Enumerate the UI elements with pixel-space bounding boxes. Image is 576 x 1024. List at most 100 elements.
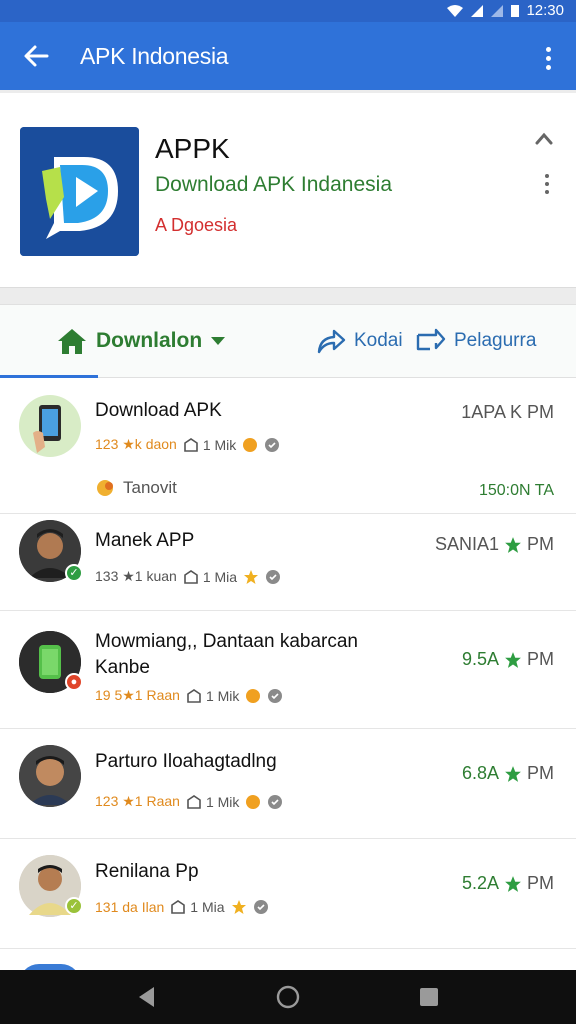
item-time-suffix: PM	[527, 534, 554, 554]
tab-pelagurra-label: Pelagurra	[454, 330, 537, 351]
app-info-card: APPK Download APK Indanesia A Dgoesia	[0, 93, 576, 288]
item-time-value: 9.5A	[461, 649, 499, 669]
app-subtitle: Download APK Indanesia	[155, 173, 392, 196]
signal-icon-2	[490, 4, 504, 18]
item-downloads: 131 da Ilan	[95, 899, 165, 915]
list-item[interactable]: ✓ Manek APP 133 ★1 kuan 1 Mia SANIA1 PM	[0, 514, 576, 611]
item-size-value: 1 Mik	[205, 687, 240, 704]
back-button[interactable]	[20, 40, 52, 72]
avatar	[19, 395, 81, 457]
battery-icon	[510, 4, 520, 18]
package-icon	[184, 569, 198, 584]
transfer-icon	[416, 328, 446, 351]
item-size: 1 Mia	[170, 899, 225, 915]
overflow-menu-button[interactable]	[538, 42, 558, 70]
tab-downloads[interactable]: Downlalon	[56, 305, 226, 377]
check-badge-icon: ✓	[65, 564, 83, 582]
tab-kodai[interactable]: Kodai	[316, 305, 403, 377]
item-time: 5.2A PM	[462, 873, 554, 894]
item-downloads: 123 ★1 Raan	[95, 793, 180, 809]
item-sub-row: Tanovit	[95, 478, 177, 498]
tab-downloads-label: Downlalon	[96, 329, 203, 352]
item-time-value: 1APA K PM	[461, 402, 554, 422]
card-more-button[interactable]	[542, 173, 552, 197]
alert-badge-icon: ●	[65, 673, 83, 691]
status-time: 12:30	[526, 2, 564, 19]
item-size: 1 Mik	[186, 794, 239, 810]
arrow-left-icon	[24, 45, 49, 67]
item-downloads: 123 ★k daon	[95, 436, 177, 452]
list-item[interactable]: Download APK 123 ★k daon 1 Mik 1APA K PM…	[0, 378, 576, 514]
item-time-suffix: PM	[527, 763, 554, 783]
avatar: ●	[19, 631, 83, 693]
item-time-value: 6.8A	[461, 763, 499, 783]
app-logo	[20, 127, 139, 256]
tab-bar: Downlalon Kodai Pelagurra	[0, 304, 576, 378]
item-size-value: 1 Mia	[190, 899, 225, 915]
app-bar: APK Indonesia	[0, 22, 576, 90]
nav-back-button[interactable]	[134, 984, 160, 1010]
package-icon	[184, 437, 198, 452]
item-meta: 123 ★1 Raan 1 Mik	[95, 793, 283, 810]
star-icon	[505, 536, 521, 553]
item-time-value: 5.2A	[461, 873, 499, 893]
avatar: ✓	[19, 855, 83, 917]
circle-home-icon	[276, 985, 300, 1009]
item-time-value: SANIA1	[434, 534, 499, 554]
star-icon	[231, 899, 247, 915]
list-item[interactable]: ● Mowmiang,, Dantaan kabarcan Kanbe 19 5…	[0, 611, 576, 729]
more-vertical-icon	[542, 174, 552, 194]
item-title: Manek APP	[95, 530, 195, 551]
item-time: 9.5A PM	[462, 649, 554, 670]
item-sub-label: Tanovit	[123, 478, 177, 497]
chevron-up-icon	[535, 132, 553, 145]
item-size-value: 1 Mik	[205, 793, 240, 810]
flame-icon	[245, 688, 261, 704]
star-icon	[505, 875, 521, 892]
status-bar: 12:30	[0, 0, 576, 22]
package-icon	[171, 900, 186, 914]
item-size: 1 Mia	[183, 569, 237, 585]
item-downloads: 19 5★1 Raan	[95, 687, 180, 703]
home-icon	[58, 329, 86, 354]
avatar: ✓	[19, 520, 83, 582]
item-sub-right: 150:0N TA	[478, 482, 554, 499]
star-icon	[505, 765, 521, 782]
item-size-value: 1 Mia	[202, 568, 238, 585]
item-downloads: 133 ★1 kuan	[95, 568, 177, 584]
package-icon	[187, 688, 201, 703]
flame-icon	[245, 794, 261, 810]
item-time: 1APA K PM	[461, 402, 554, 423]
app-name: APPK	[155, 133, 230, 164]
nav-home-button[interactable]	[275, 984, 301, 1010]
item-meta: 19 5★1 Raan 1 Mik	[95, 687, 283, 704]
star-icon	[505, 651, 521, 668]
item-time: SANIA1 PM	[435, 534, 554, 555]
star-icon	[243, 569, 259, 585]
verified-icon	[267, 794, 283, 810]
check-badge-icon: ✓	[65, 897, 83, 915]
caret-down-icon	[211, 337, 226, 345]
system-nav-bar	[0, 970, 576, 1024]
signal-icon	[470, 4, 484, 18]
app-developer: A Dgoesia	[155, 215, 238, 235]
wifi-icon	[446, 4, 464, 18]
flame-icon	[242, 437, 258, 453]
list-item[interactable]: Parturo Iloahagtadlng 123 ★1 Raan 1 Mik …	[0, 729, 576, 839]
more-vertical-icon	[538, 42, 558, 70]
collapse-button[interactable]	[532, 129, 556, 149]
tab-kodai-label: Kodai	[354, 330, 403, 351]
item-title: Renilana Pp	[95, 861, 199, 882]
tab-pelagurra[interactable]: Pelagurra	[414, 305, 536, 377]
item-time-suffix: PM	[527, 873, 554, 893]
status-icons: 12:30	[446, 2, 564, 19]
nav-recents-button[interactable]	[416, 984, 442, 1010]
item-title: Parturo Iloahagtadlng	[95, 751, 277, 772]
item-time-suffix: PM	[527, 649, 554, 669]
list-item[interactable]: ✓ Renilana Pp 131 da Ilan 1 Mia 5.2A PM	[0, 839, 576, 949]
download-list: Download APK 123 ★k daon 1 Mik 1APA K PM…	[0, 378, 576, 970]
item-size: 1 Mik	[186, 688, 239, 704]
item-size-value: 1 Mik	[202, 436, 237, 453]
verified-icon	[267, 688, 283, 704]
badge-icon	[97, 480, 113, 496]
